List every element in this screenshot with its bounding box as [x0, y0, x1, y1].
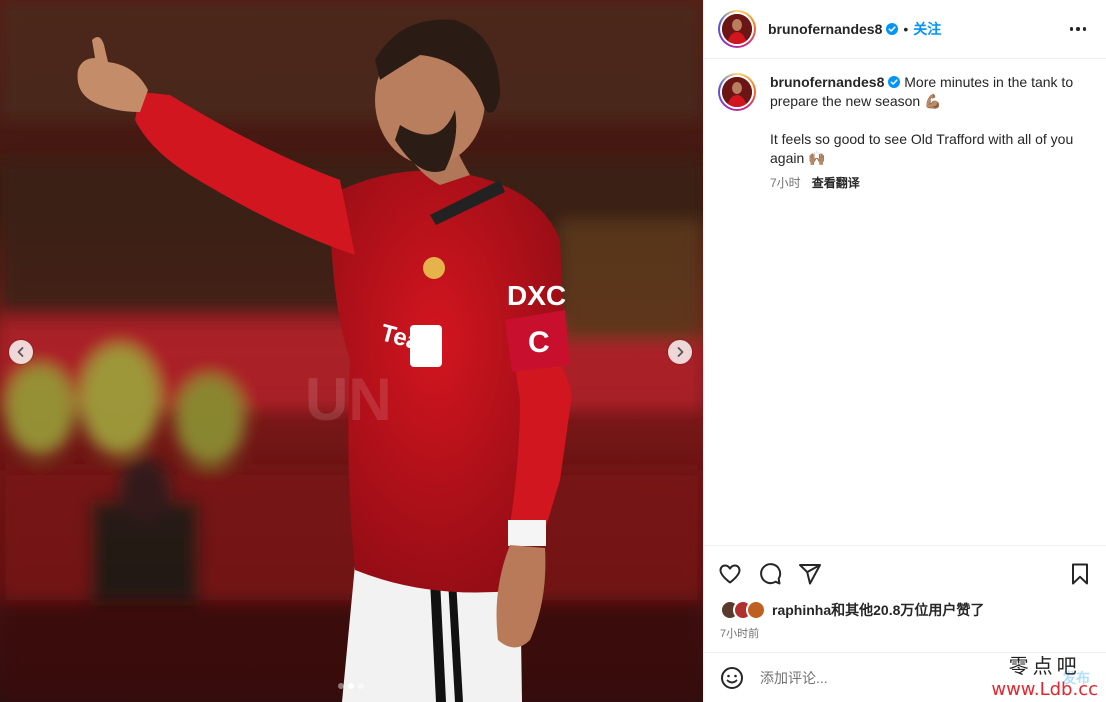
likes-text[interactable]: raphinha和其他20.8万位用户赞了	[772, 600, 984, 620]
comment-icon[interactable]	[758, 562, 782, 586]
header-username[interactable]: brunofernandes8	[768, 21, 882, 37]
follow-button[interactable]: 关注	[913, 19, 941, 39]
post-media[interactable]: C DXC Team UN	[0, 0, 703, 702]
avatar	[746, 600, 766, 620]
caption-text-line2: It feels so good to see Old Trafford wit…	[770, 131, 1074, 166]
chevron-right-icon	[677, 347, 684, 357]
carousel-dot-active	[348, 683, 354, 689]
avatar[interactable]	[718, 10, 756, 48]
verified-icon	[886, 23, 899, 35]
next-photo-button[interactable]	[668, 340, 692, 364]
svg-text:UN: UN	[305, 366, 392, 433]
post-time[interactable]: 7小时前	[720, 625, 759, 641]
caption-body: brunofernandes8 More minutes in the tank…	[770, 73, 1092, 545]
action-bar	[704, 545, 1106, 602]
carousel-indicator	[338, 683, 364, 689]
see-translation-button[interactable]: 查看翻译	[812, 174, 860, 193]
caption-username[interactable]: brunofernandes8	[770, 74, 884, 90]
post-comment-button[interactable]: 发布	[1062, 668, 1090, 688]
post-details-panel: brunofernandes8 • 关注 brunofernandes8 Mor…	[703, 0, 1106, 702]
post-header: brunofernandes8 • 关注	[704, 0, 1106, 59]
chevron-left-icon	[17, 347, 24, 357]
likes-summary[interactable]: raphinha和其他20.8万位用户赞了	[720, 600, 984, 620]
previous-photo-button[interactable]	[9, 340, 33, 364]
caption-section: brunofernandes8 More minutes in the tank…	[704, 59, 1106, 545]
more-icon	[1069, 27, 1073, 31]
heart-icon[interactable]	[718, 562, 742, 586]
caption-avatar[interactable]	[718, 73, 756, 111]
emoji-icon[interactable]	[720, 666, 744, 690]
svg-text:C: C	[528, 326, 550, 359]
caption-timestamp[interactable]: 7小时	[770, 174, 801, 193]
share-icon[interactable]	[798, 562, 822, 586]
carousel-dot	[338, 683, 344, 689]
bookmark-icon[interactable]	[1068, 562, 1092, 586]
liker-avatars	[720, 600, 766, 620]
verified-icon	[888, 76, 901, 88]
post-photo: C DXC Team UN	[0, 0, 703, 702]
svg-text:DXC: DXC	[507, 280, 566, 311]
comment-input[interactable]	[760, 669, 1090, 686]
caption-meta: 7小时 查看翻译	[770, 174, 1092, 193]
carousel-dot	[358, 683, 364, 689]
more-options-button[interactable]	[1064, 21, 1093, 37]
separator-dot: •	[903, 21, 909, 37]
comment-bar: 发布	[704, 652, 1106, 702]
